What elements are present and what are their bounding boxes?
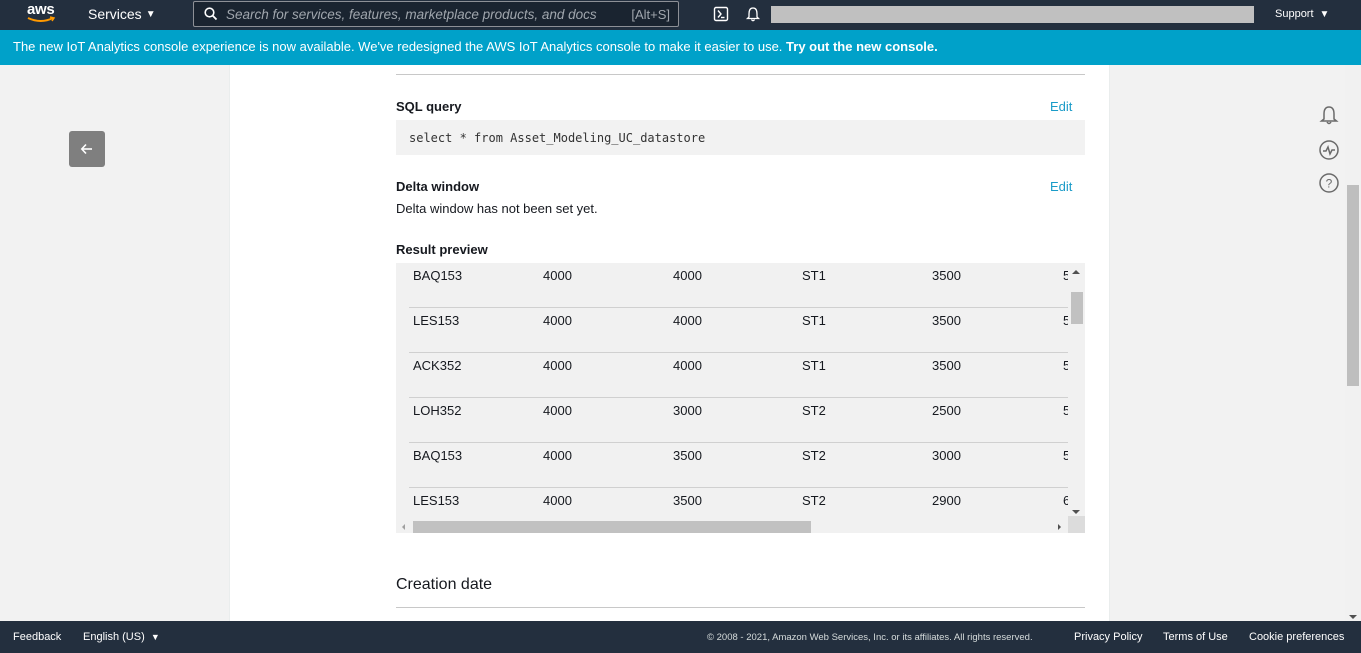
table-cell: 4000	[543, 358, 572, 373]
delta-window-label: Delta window	[396, 179, 480, 194]
bell-icon[interactable]	[745, 6, 761, 23]
table-cell: 3500	[673, 493, 702, 508]
table-cell: ST1	[802, 358, 826, 373]
copyright-text: © 2008 - 2021, Amazon Web Services, Inc.…	[707, 632, 1033, 643]
table-cell: 3500	[932, 268, 961, 283]
search-bar[interactable]: [Alt+S]	[193, 1, 679, 27]
svg-text:?: ?	[1326, 177, 1333, 191]
search-input[interactable]	[226, 6, 632, 22]
table-cell: ST2	[802, 493, 826, 508]
cookie-preferences-link[interactable]: Cookie preferences	[1249, 631, 1344, 643]
result-preview-table: BAQ153 4000 4000 ST1 3500 5 LES153 4000 4000 ST1 3…	[396, 263, 1085, 533]
scrollbar-thumb[interactable]	[413, 521, 811, 533]
services-menu[interactable]: Services ▼	[88, 6, 156, 22]
table-cell: 4000	[673, 268, 702, 283]
table-horizontal-scrollbar[interactable]	[396, 516, 1068, 533]
table-cell: 3000	[673, 403, 702, 418]
table-cell: 3500	[932, 358, 961, 373]
try-new-console-link[interactable]: Try out the new console	[786, 39, 934, 54]
back-button[interactable]	[69, 131, 105, 167]
feedback-link[interactable]: Feedback	[13, 631, 61, 643]
help-icon[interactable]: ?	[1318, 172, 1340, 194]
cloudshell-icon[interactable]	[713, 6, 729, 22]
banner-link-suffix: .	[934, 39, 938, 54]
aws-smile-icon	[27, 16, 56, 22]
creation-date-heading: Creation date	[396, 576, 493, 593]
support-label: Support	[1275, 8, 1314, 20]
search-icon	[204, 7, 218, 21]
table-cell: LES153	[413, 313, 460, 328]
aws-logo[interactable]: aws	[27, 2, 59, 26]
terms-of-use-link[interactable]: Terms of Use	[1163, 631, 1228, 643]
caret-down-icon: ▼	[145, 8, 156, 20]
table-cell: ACK352	[413, 358, 462, 373]
language-selector[interactable]: English (US) ▼	[83, 631, 160, 643]
services-label: Services	[88, 6, 142, 22]
table-cell: 4000	[673, 358, 702, 373]
aws-logo-text: aws	[27, 1, 55, 18]
scroll-left-icon[interactable]	[402, 524, 405, 530]
page-content: SQL query Edit select * from Asset_Model…	[0, 65, 1345, 621]
page-scrollbar[interactable]	[1345, 65, 1361, 621]
table-cell: ST2	[802, 448, 826, 463]
table-cell: 4000	[543, 268, 572, 283]
delta-window-message: Delta window has not been set yet.	[396, 201, 598, 216]
divider	[396, 74, 1085, 75]
notifications-bell-icon[interactable]	[1318, 104, 1340, 126]
caret-down-icon: ▼	[150, 632, 160, 642]
table-cell: 3500	[673, 448, 702, 463]
table-vertical-scrollbar[interactable]	[1068, 263, 1085, 516]
table-cell: 4000	[543, 313, 572, 328]
table-cell: 4000	[543, 403, 572, 418]
divider	[396, 607, 1085, 608]
caret-down-icon: ▼	[1319, 8, 1330, 20]
account-info-redacted[interactable]	[771, 6, 1254, 23]
table-cell: 4000	[543, 448, 572, 463]
health-status-icon[interactable]	[1318, 139, 1340, 161]
table-row: BAQ153 4000 3500 ST2 3000 5	[396, 443, 1070, 488]
table-cell: LOH352	[413, 403, 462, 418]
table-cell: 3500	[932, 313, 961, 328]
table-cell: ST1	[802, 268, 826, 283]
table-cell: 2500	[932, 403, 961, 418]
edit-delta-window-link[interactable]: Edit	[1050, 179, 1072, 194]
table-cell: BAQ153	[413, 448, 463, 463]
scrollbar-thumb[interactable]	[1347, 185, 1359, 386]
table-cell: BAQ153	[413, 268, 463, 283]
scrollbar-thumb[interactable]	[1071, 292, 1083, 324]
result-preview-label: Result preview	[396, 242, 488, 257]
arrow-left-icon	[80, 143, 92, 155]
table-row: BAQ153 4000 4000 ST1 3500 5	[396, 263, 1070, 308]
language-label: English (US)	[83, 631, 145, 643]
table-row: LES153 4000 4000 ST1 3500 5	[396, 308, 1070, 353]
table-cell: 3000	[932, 448, 961, 463]
support-menu[interactable]: Support ▼	[1275, 8, 1329, 20]
table-cell: 4000	[543, 493, 572, 508]
edit-sql-query-link[interactable]: Edit	[1050, 99, 1072, 114]
scroll-right-icon[interactable]	[1058, 524, 1061, 530]
scroll-down-icon[interactable]	[1349, 615, 1357, 619]
new-console-banner: The new IoT Analytics console experience…	[0, 30, 1361, 65]
dataset-details-card: SQL query Edit select * from Asset_Model…	[229, 65, 1110, 621]
table-cell: ST1	[802, 313, 826, 328]
banner-text: The new IoT Analytics console experience…	[13, 39, 787, 54]
search-shortcut: [Alt+S]	[631, 6, 670, 22]
footer: Feedback English (US) ▼ © 2008 - 2021, A…	[0, 621, 1361, 653]
table-row: ACK352 4000 4000 ST1 3500 5	[396, 353, 1070, 398]
table-row: LOH352 4000 3000 ST2 2500 5	[396, 398, 1070, 443]
sql-query-box: select * from Asset_Modeling_UC_datastor…	[396, 120, 1085, 155]
table-cell: ST2	[802, 403, 826, 418]
scrollbar-corner	[1068, 516, 1085, 533]
scroll-down-icon[interactable]	[1072, 510, 1080, 514]
privacy-policy-link[interactable]: Privacy Policy	[1074, 631, 1142, 643]
top-navigation: aws Services ▼ [Alt+S] Support ▼	[0, 0, 1361, 30]
table-cell: 4000	[673, 313, 702, 328]
scroll-up-icon[interactable]	[1072, 270, 1080, 274]
sql-query-label: SQL query	[396, 99, 462, 114]
table-cell: 2900	[932, 493, 961, 508]
table-cell: LES153	[413, 493, 460, 508]
